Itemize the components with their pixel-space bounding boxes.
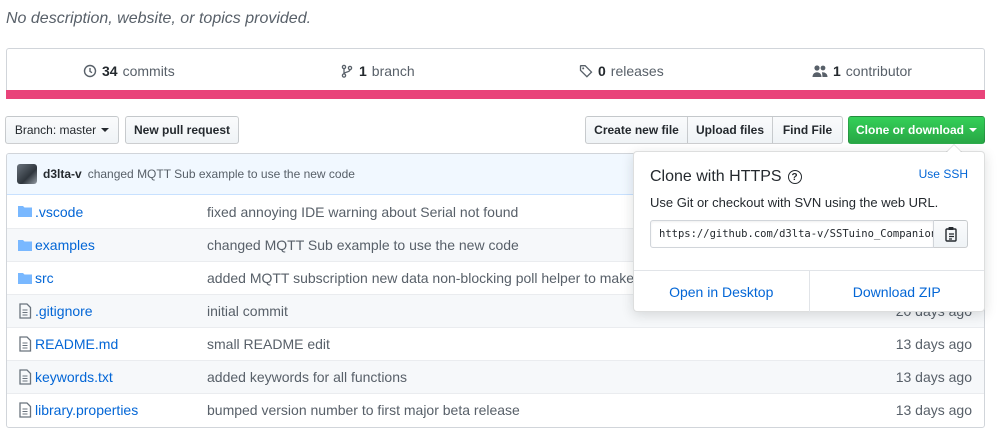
open-desktop-button[interactable]: Open in Desktop <box>634 271 810 312</box>
file-icon <box>17 336 33 352</box>
contributors-link[interactable]: 1 contributor <box>812 63 912 79</box>
find-file-button[interactable]: Find File <box>772 116 843 144</box>
branch-icon <box>341 64 353 78</box>
clone-title-text: Clone with HTTPS <box>650 168 782 185</box>
commits-link[interactable]: 34 commits <box>83 63 175 79</box>
commit-message-link[interactable]: added keywords for all functions <box>207 369 407 385</box>
clipboard-icon <box>944 227 957 242</box>
history-icon <box>83 64 97 78</box>
folder-icon <box>17 203 33 219</box>
file-name-link[interactable]: keywords.txt <box>35 369 113 385</box>
clone-popover: Clone with HTTPS ? Use SSH Use Git or ch… <box>633 144 985 312</box>
clone-url-input[interactable]: https://github.com/d3lta-v/SSTuino_Compa… <box>650 220 934 248</box>
caret-down-icon <box>969 128 977 132</box>
branch-select-label: Branch: master <box>14 123 97 137</box>
releases-count: 0 <box>598 63 606 79</box>
file-icon <box>17 303 33 319</box>
releases-label: releases <box>610 63 664 79</box>
file-name-link[interactable]: .gitignore <box>35 303 93 319</box>
copy-url-button[interactable] <box>934 220 968 248</box>
clone-actions: Open in Desktop Download ZIP <box>634 270 984 312</box>
clone-download-label: Clone or download <box>856 123 964 137</box>
commits-count: 34 <box>102 63 118 79</box>
file-row: library.properties bumped version number … <box>7 393 984 426</box>
avatar[interactable] <box>17 164 37 184</box>
branches-link[interactable]: 1 branch <box>340 63 415 79</box>
clone-description: Use Git or checkout with SVN using the w… <box>650 195 939 210</box>
file-name-link[interactable]: library.properties <box>35 402 138 418</box>
releases-link[interactable]: 0 releases <box>579 63 664 79</box>
branch-select-button[interactable]: Branch: master <box>5 116 119 144</box>
commit-age: 13 days ago <box>895 402 972 418</box>
new-pull-request-button[interactable]: New pull request <box>125 116 239 144</box>
commit-message-link[interactable]: initial commit <box>207 303 288 319</box>
commit-age: 13 days ago <box>895 336 972 352</box>
file-actions-group: Create new file Upload files Find File <box>585 116 843 144</box>
commits-label: commits <box>122 63 175 79</box>
commit-message[interactable]: changed MQTT Sub example to use the new … <box>88 167 355 181</box>
clone-popover-title: Clone with HTTPS ? <box>650 168 802 186</box>
file-name-link[interactable]: src <box>35 270 54 286</box>
folder-icon <box>17 237 33 253</box>
repo-description: No description, website, or topics provi… <box>6 10 312 27</box>
file-name-link[interactable]: README.md <box>35 336 118 352</box>
language-bar[interactable] <box>6 90 985 99</box>
file-icon <box>17 369 33 385</box>
file-row: keywords.txt added keywords for all funct… <box>7 360 984 393</box>
commit-message-link[interactable]: changed MQTT Sub example to use the new … <box>207 237 519 253</box>
contributors-count: 1 <box>833 63 841 79</box>
caret-down-icon <box>101 128 110 132</box>
tag-icon <box>579 65 593 78</box>
commit-message-link[interactable]: small README edit <box>207 336 330 352</box>
file-name-link[interactable]: examples <box>35 237 95 253</box>
file-row: README.md small README edit 13 days ago <box>7 327 984 360</box>
file-name-link[interactable]: .vscode <box>35 204 83 220</box>
commit-author[interactable]: d3lta-v <box>43 167 82 181</box>
branches-label: branch <box>371 63 415 79</box>
commit-message-link[interactable]: added MQTT subscription new data non-blo… <box>207 270 634 286</box>
question-icon[interactable]: ? <box>787 170 802 184</box>
commit-message-link[interactable]: fixed annoying IDE warning about Serial … <box>207 204 518 220</box>
commit-message-link[interactable]: bumped version number to first major bet… <box>207 402 520 418</box>
commit-age: 13 days ago <box>895 369 972 385</box>
use-ssh-link[interactable]: Use SSH <box>919 167 968 181</box>
clone-url-group: https://github.com/d3lta-v/SSTuino_Compa… <box>650 220 968 248</box>
branches-count: 1 <box>359 63 367 79</box>
clone-download-button[interactable]: Clone or download <box>848 116 985 144</box>
folder-icon <box>17 270 33 286</box>
people-icon <box>812 65 828 77</box>
create-file-button[interactable]: Create new file <box>585 116 688 144</box>
download-zip-button[interactable]: Download ZIP <box>810 271 985 312</box>
file-icon <box>17 402 33 418</box>
contributors-label: contributor <box>845 63 912 79</box>
upload-files-button[interactable]: Upload files <box>687 116 773 144</box>
